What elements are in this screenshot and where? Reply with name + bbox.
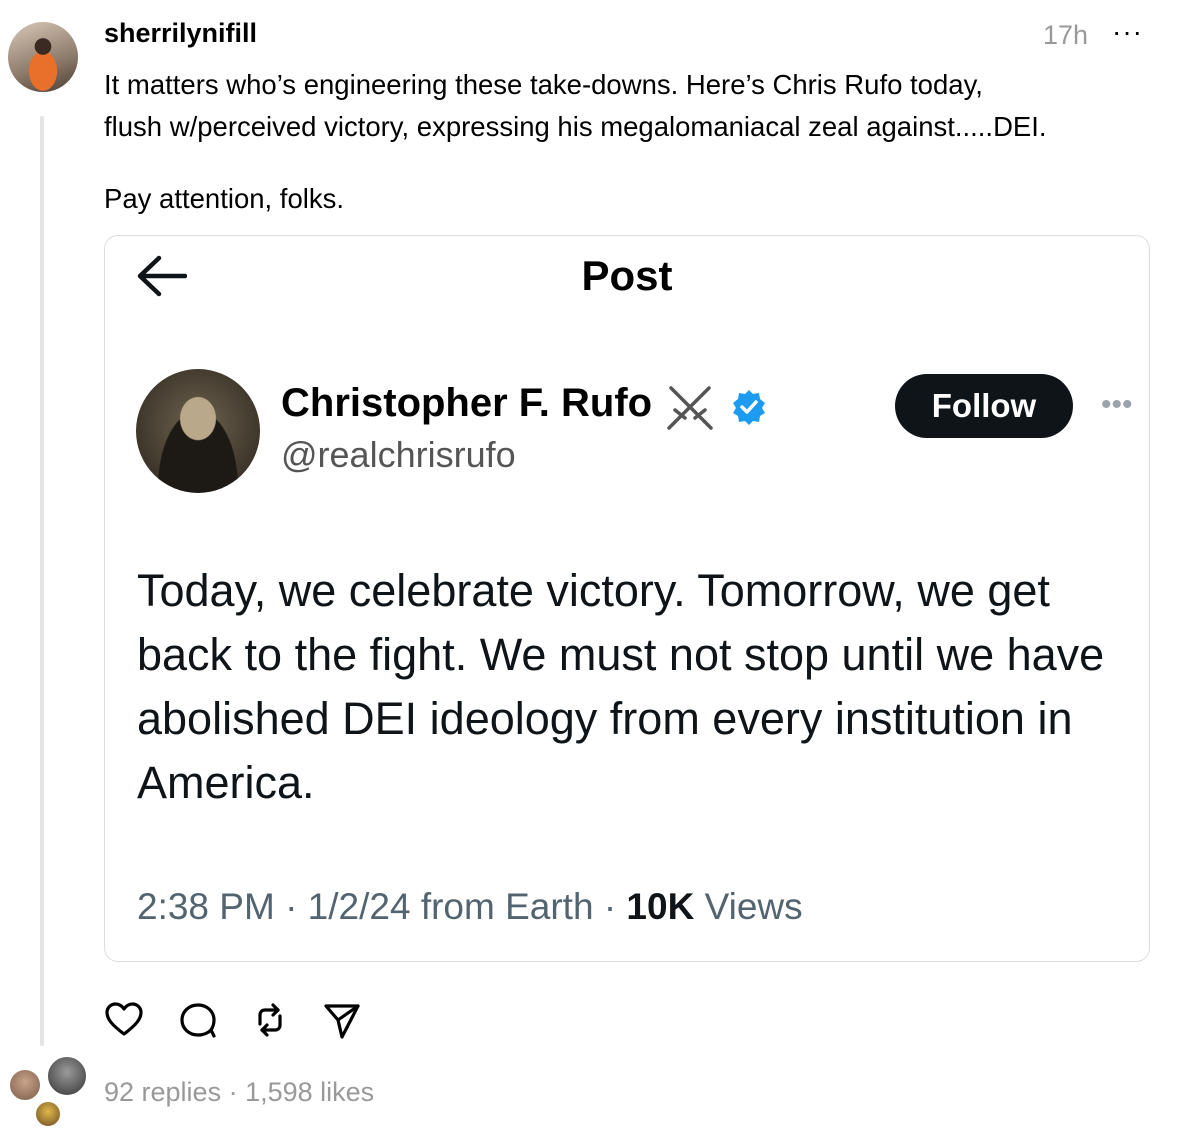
post-text-line: flush w/perceived victory, expressing hi… xyxy=(104,111,1047,142)
author-avatar[interactable] xyxy=(8,22,78,92)
post-stats: 92 replies · 1,598 likes xyxy=(104,1077,374,1108)
verified-badge-icon xyxy=(733,390,765,425)
replier-avatar xyxy=(8,1068,42,1102)
tweet-text: Today, we celebrate victory. Tomorrow, w… xyxy=(137,565,1105,808)
tweet-views-count: 10K xyxy=(626,886,695,927)
tweet-author-name: Christopher F. Rufo xyxy=(281,381,653,425)
embed-header-title: Post xyxy=(581,252,673,299)
like-heart-icon[interactable] xyxy=(104,1000,144,1040)
tweet-author-avatar xyxy=(136,369,260,493)
replier-avatar xyxy=(34,1100,62,1128)
share-send-icon[interactable] xyxy=(322,1000,362,1040)
replier-avatar xyxy=(46,1055,88,1097)
tweet-author-handle: @realchrisrufo xyxy=(281,434,516,475)
follow-button: Follow xyxy=(895,374,1073,438)
embedded-post-image[interactable]: Post Christopher F. Rufo @realchrisrufo … xyxy=(104,235,1150,962)
more-options-button[interactable]: ··· xyxy=(1112,16,1143,48)
embed-more-icon: ••• xyxy=(1101,388,1133,421)
repost-icon[interactable] xyxy=(250,1000,290,1040)
tweet-time-location: 2:38 PM · 1/2/24 from Earth · xyxy=(137,886,627,927)
thread-line xyxy=(40,116,44,1046)
reply-bubble-icon[interactable] xyxy=(178,1000,218,1040)
stats-separator: · xyxy=(221,1077,246,1107)
post-timestamp: 17h xyxy=(1043,20,1089,50)
post-text-line: It matters who’s engineering these take-… xyxy=(104,69,983,100)
author-username[interactable]: sherrilynifill xyxy=(104,18,257,49)
likes-count[interactable]: 1,598 likes xyxy=(245,1077,374,1107)
post-text-line: Pay attention, folks. xyxy=(104,183,344,214)
tweet-meta: 2:38 PM · 1/2/24 from Earth · 10K Views xyxy=(137,886,803,928)
post-body: It matters who’s engineering these take-… xyxy=(104,64,1164,220)
swords-icon xyxy=(667,386,713,430)
replies-count[interactable]: 92 replies xyxy=(104,1077,221,1107)
tweet-views-label: Views xyxy=(694,886,803,927)
